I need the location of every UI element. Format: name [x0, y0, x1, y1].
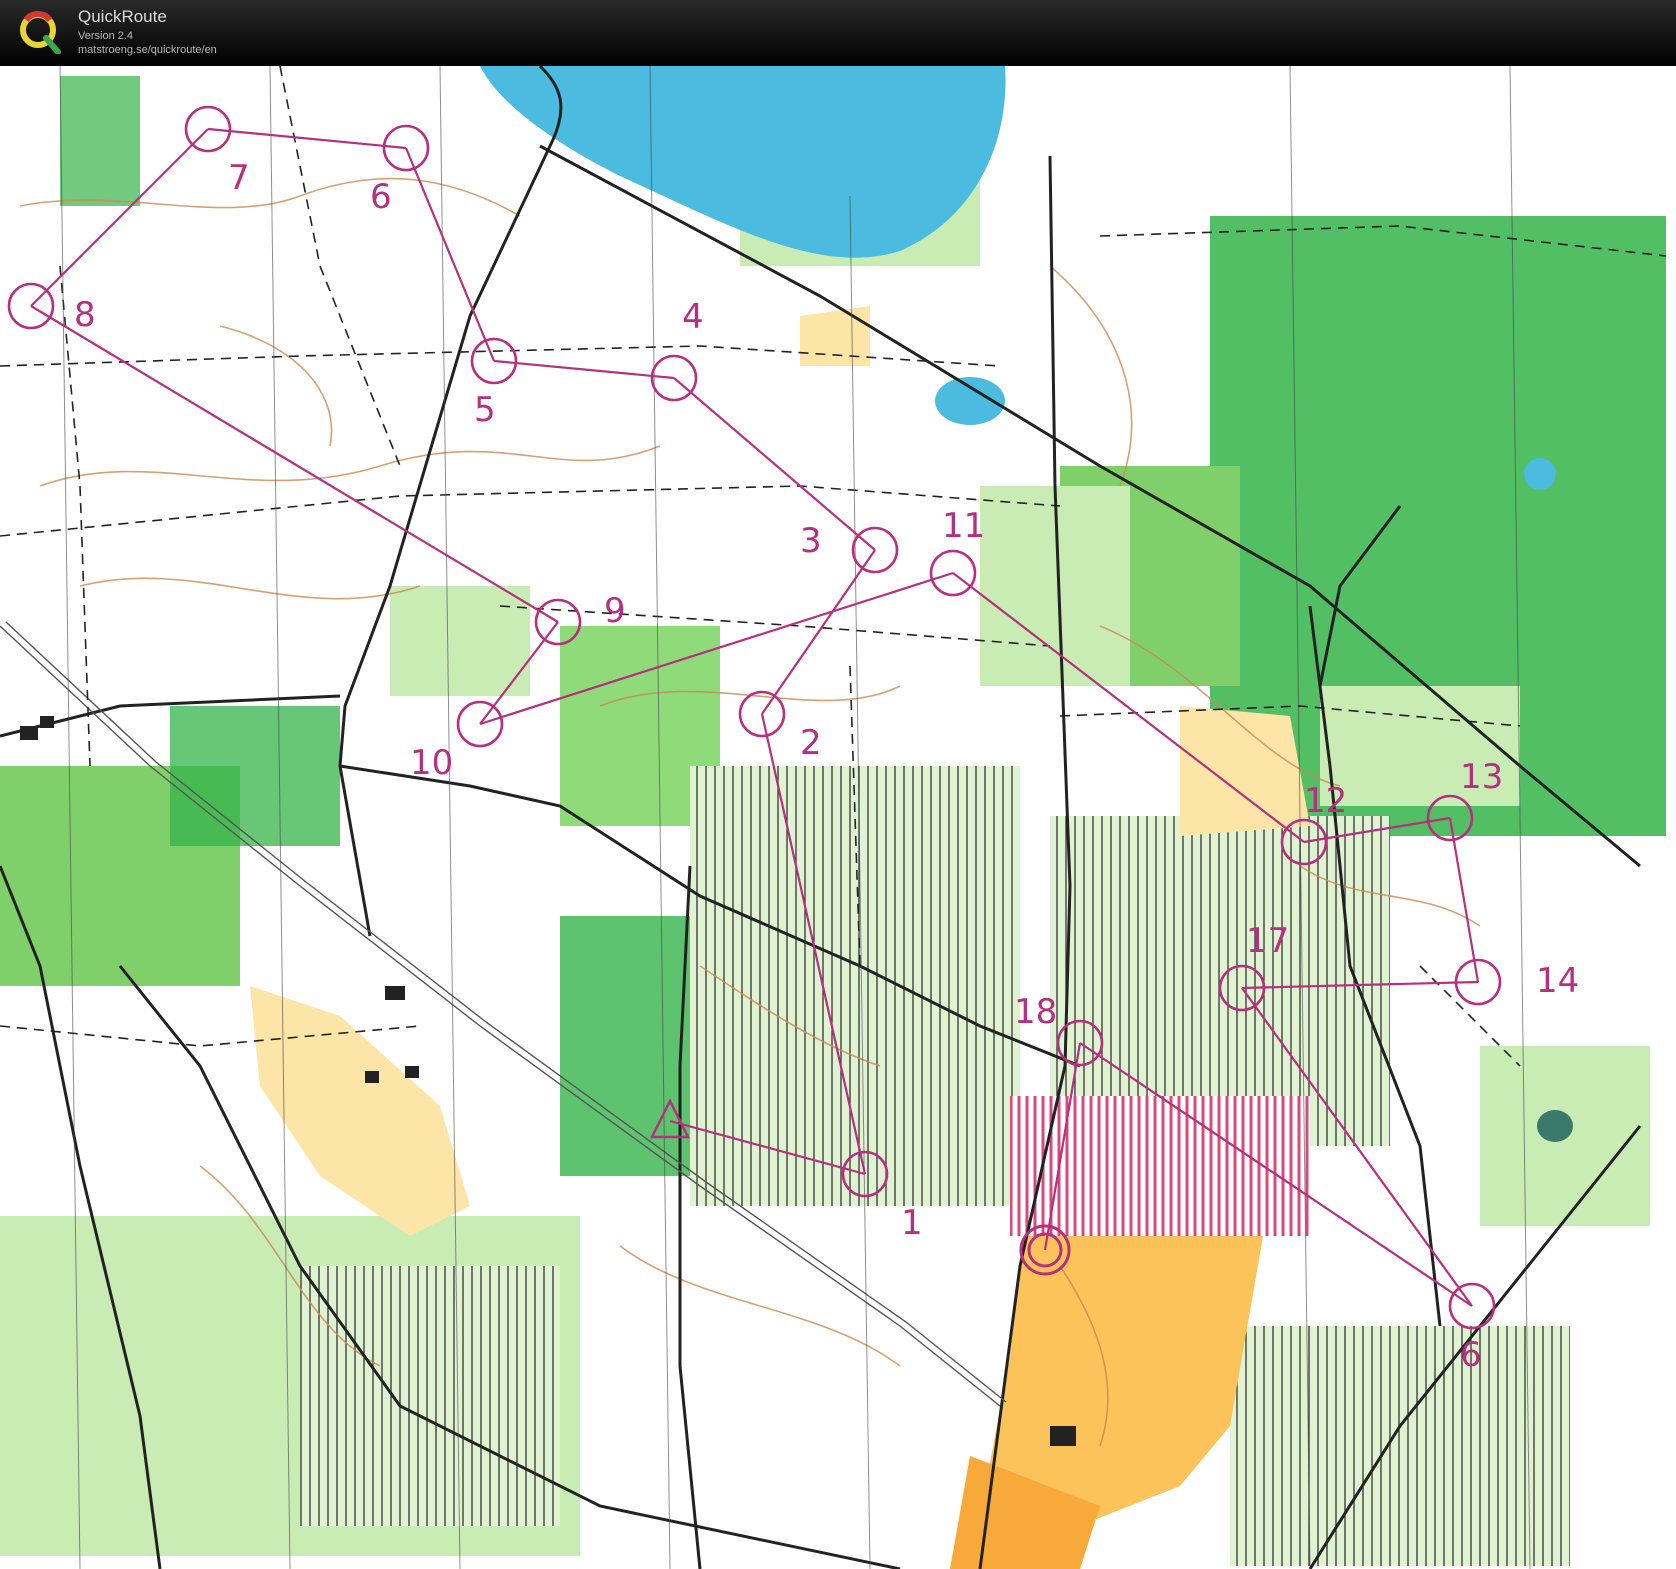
control-label: 6: [1460, 1335, 1482, 1375]
control-label: 2: [800, 723, 822, 763]
map-canvas[interactable]: 123456789101112131461718: [0, 66, 1676, 1569]
control-label: 5: [474, 390, 496, 430]
app-url[interactable]: matstroeng.se/quickroute/en: [78, 44, 217, 56]
control-label: 1: [901, 1203, 923, 1243]
control-label: 4: [682, 297, 704, 337]
app-header: QuickRoute Version 2.4 matstroeng.se/qui…: [0, 0, 1676, 66]
control-label: 11: [942, 506, 985, 546]
control-label: 10: [410, 743, 453, 783]
control-label: 6: [370, 177, 392, 217]
orienteering-map[interactable]: 1 2 3 4 5 6 7 8 9 10 11 12 13 14 6 17 18: [0, 66, 1676, 1569]
control-label: 14: [1536, 961, 1579, 1001]
control-label: 17: [1246, 921, 1289, 961]
control-label: 13: [1460, 757, 1503, 797]
control-label: 9: [604, 591, 626, 631]
control-label: 18: [1014, 992, 1057, 1032]
control-label: 12: [1304, 781, 1347, 821]
app-version: Version 2.4: [78, 30, 134, 42]
control-label: 7: [228, 158, 250, 198]
quickroute-logo-icon: [20, 11, 61, 54]
control-label: 3: [800, 521, 822, 561]
app-title: QuickRoute: [78, 7, 167, 26]
control-label: 8: [74, 295, 96, 335]
